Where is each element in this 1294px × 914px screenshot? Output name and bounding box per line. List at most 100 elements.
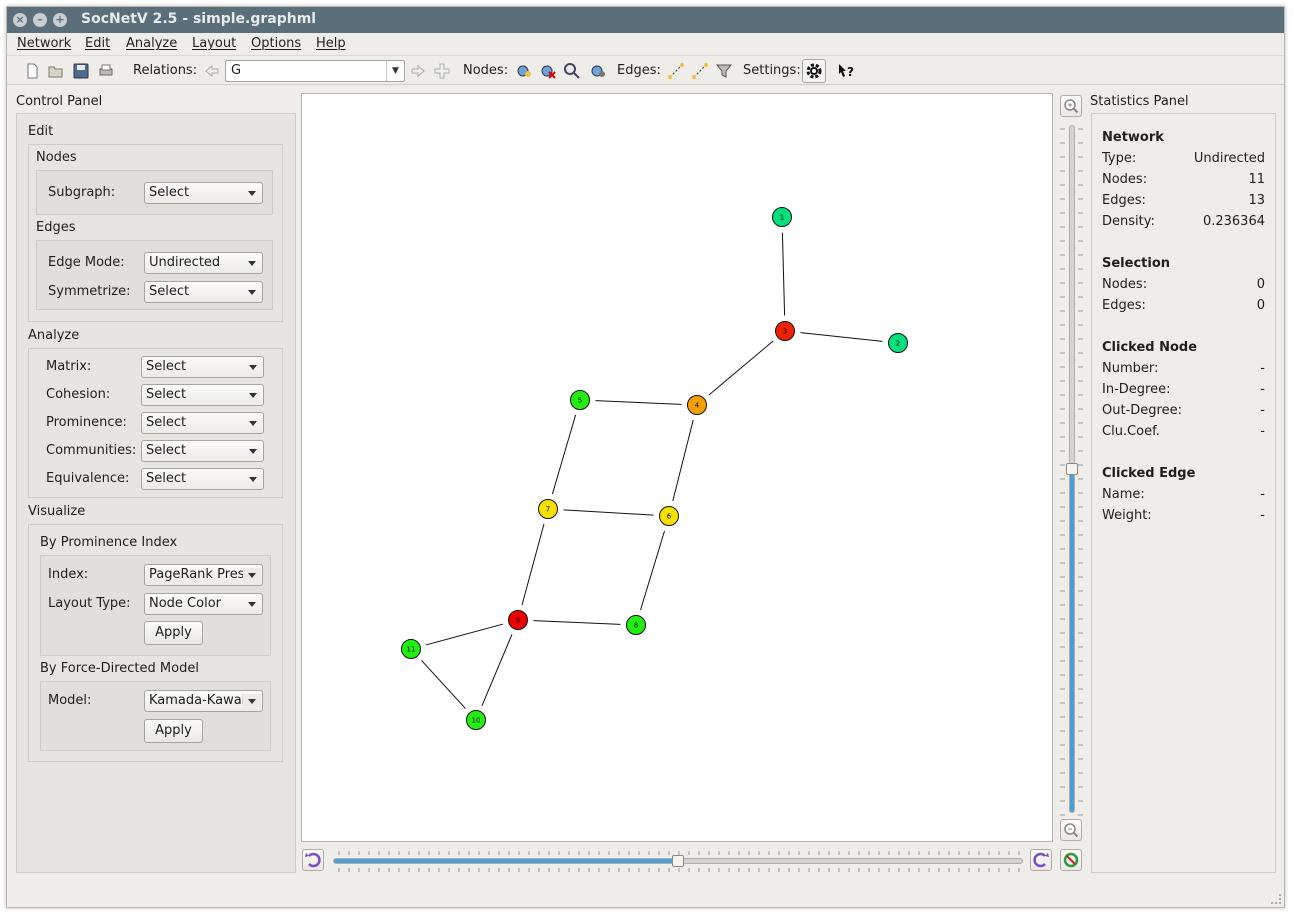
edge-mode-value: Undirected	[149, 255, 221, 270]
graph-node[interactable]: 6	[659, 506, 679, 526]
close-window-icon[interactable]: ×	[13, 13, 27, 27]
graph-edge[interactable]	[533, 620, 621, 625]
zoom-out-button[interactable]	[1060, 819, 1082, 841]
stat-label: Nodes:	[1102, 172, 1148, 187]
graph-node-label: 6	[667, 513, 672, 521]
menu-layout[interactable]: Layout	[192, 36, 236, 51]
relation-combobox[interactable]: G ▼	[225, 60, 405, 82]
graph-edge[interactable]	[421, 660, 466, 709]
equivalence-select[interactable]: Select	[141, 468, 264, 490]
graph-node[interactable]: 3	[775, 321, 795, 341]
find-node-icon[interactable]	[563, 62, 581, 80]
graph-edge[interactable]	[640, 530, 665, 611]
previous-relation-icon[interactable]	[203, 62, 221, 80]
remove-edge-icon[interactable]	[691, 62, 709, 80]
rotation-handle[interactable]	[672, 855, 684, 867]
stat-value: 13	[1248, 193, 1265, 208]
graph-node[interactable]: 4	[687, 395, 707, 415]
add-node-icon[interactable]	[515, 62, 533, 80]
zoom-out-icon	[1064, 823, 1079, 838]
apply-force-model-button[interactable]: Apply	[144, 719, 203, 743]
resize-grip[interactable]	[1271, 894, 1281, 904]
graph-node[interactable]: 11	[401, 639, 421, 659]
stat-label: Edges:	[1102, 298, 1146, 313]
index-select[interactable]: PageRank Prestige	[144, 564, 263, 586]
graph-node[interactable]: 2	[888, 333, 908, 353]
add-edge-icon[interactable]	[667, 62, 685, 80]
stat-density: Density: 0.236364	[1102, 214, 1265, 229]
stat-clu-coef: Clu.Coef. -	[1102, 424, 1265, 439]
symmetrize-select[interactable]: Select	[144, 281, 263, 303]
chevron-down-icon[interactable]: ▼	[386, 61, 404, 81]
force-directed-subsection: Model: Kamada-Kawai Apply	[40, 681, 271, 751]
menu-network[interactable]: Network	[17, 36, 71, 51]
graph-edge[interactable]	[551, 414, 577, 495]
model-select[interactable]: Kamada-Kawai	[144, 690, 263, 712]
graph-node[interactable]: 7	[538, 499, 558, 519]
nodes-subsection: Subgraph: Select	[36, 170, 273, 215]
control-panel-title: Control Panel	[16, 94, 103, 109]
menu-edit[interactable]: Edit	[85, 36, 110, 51]
graph-edge[interactable]	[800, 332, 883, 342]
layout-type-select[interactable]: Node Color	[144, 593, 263, 615]
graph-node-label: 1	[780, 214, 784, 222]
graph-node[interactable]: 9	[508, 610, 528, 630]
graph-edge[interactable]	[781, 232, 786, 316]
graph-edge[interactable]	[521, 523, 545, 606]
layout-type-label: Layout Type:	[48, 596, 131, 611]
chevron-down-icon	[249, 449, 257, 454]
apply-prominence-button[interactable]: Apply	[144, 621, 203, 645]
open-file-icon[interactable]	[47, 62, 65, 80]
settings-button[interactable]	[802, 59, 826, 83]
graph-node-label: 11	[407, 646, 416, 654]
graph-edge[interactable]	[481, 634, 513, 706]
edge-mode-select[interactable]: Undirected	[144, 252, 263, 274]
menu-options[interactable]: Options	[251, 36, 301, 51]
whats-this-help-icon[interactable]: ?	[837, 62, 855, 80]
subgraph-select[interactable]: Select	[144, 182, 263, 204]
filter-edges-icon[interactable]	[715, 62, 733, 80]
stat-nodes: Nodes: 11	[1102, 172, 1265, 187]
graph-edge[interactable]	[708, 340, 774, 396]
network-graph[interactable]: 1 2 3 4 5 6 7 8 9 10 11	[302, 94, 1052, 841]
stat-edge-weight: Weight: -	[1102, 508, 1265, 523]
stat-selected-edges: Edges: 0	[1102, 298, 1265, 313]
new-file-icon[interactable]	[23, 62, 41, 80]
graph-edge[interactable]	[563, 509, 654, 516]
vertical-zoom-handle[interactable]	[1066, 463, 1078, 475]
graph-canvas[interactable]: 1 2 3 4 5 6 7 8 9 10 11	[301, 93, 1053, 842]
reset-view-button[interactable]	[1060, 849, 1082, 871]
cohesion-select[interactable]: Select	[141, 384, 264, 406]
graph-node-label: 7	[546, 506, 550, 514]
graph-node[interactable]: 10	[466, 710, 486, 730]
stat-type: Type: Undirected	[1102, 151, 1265, 166]
menu-help[interactable]: Help	[316, 36, 346, 51]
rotate-right-button[interactable]	[1030, 849, 1052, 871]
analyze-section-title: Analyze	[28, 328, 80, 343]
node-properties-icon[interactable]	[589, 62, 607, 80]
matrix-select[interactable]: Select	[141, 356, 264, 378]
graph-edge[interactable]	[425, 623, 504, 646]
remove-node-icon[interactable]	[539, 62, 557, 80]
graph-edge[interactable]	[672, 419, 694, 502]
prominence-label: Prominence:	[46, 415, 127, 430]
prominence-select[interactable]: Select	[141, 412, 264, 434]
print-icon[interactable]	[97, 62, 115, 80]
zoom-in-button[interactable]	[1060, 95, 1082, 117]
graph-node[interactable]: 8	[626, 615, 646, 635]
stat-label: Out-Degree:	[1102, 403, 1182, 418]
minimize-window-icon[interactable]: –	[33, 13, 47, 27]
graph-node[interactable]: 1	[772, 207, 792, 227]
maximize-window-icon[interactable]: +	[53, 13, 67, 27]
rotate-left-button[interactable]	[302, 849, 324, 871]
save-icon[interactable]	[72, 62, 90, 80]
vertical-zoom-fill	[1070, 469, 1074, 812]
graph-node[interactable]: 5	[570, 390, 590, 410]
selection-stats-title: Selection	[1102, 256, 1171, 271]
add-relation-icon[interactable]	[433, 62, 451, 80]
graph-edge[interactable]	[595, 400, 682, 405]
next-relation-icon[interactable]	[409, 62, 427, 80]
menu-analyze[interactable]: Analyze	[126, 36, 177, 51]
communities-select[interactable]: Select	[141, 440, 264, 462]
by-prominence-title: By Prominence Index	[40, 535, 178, 550]
